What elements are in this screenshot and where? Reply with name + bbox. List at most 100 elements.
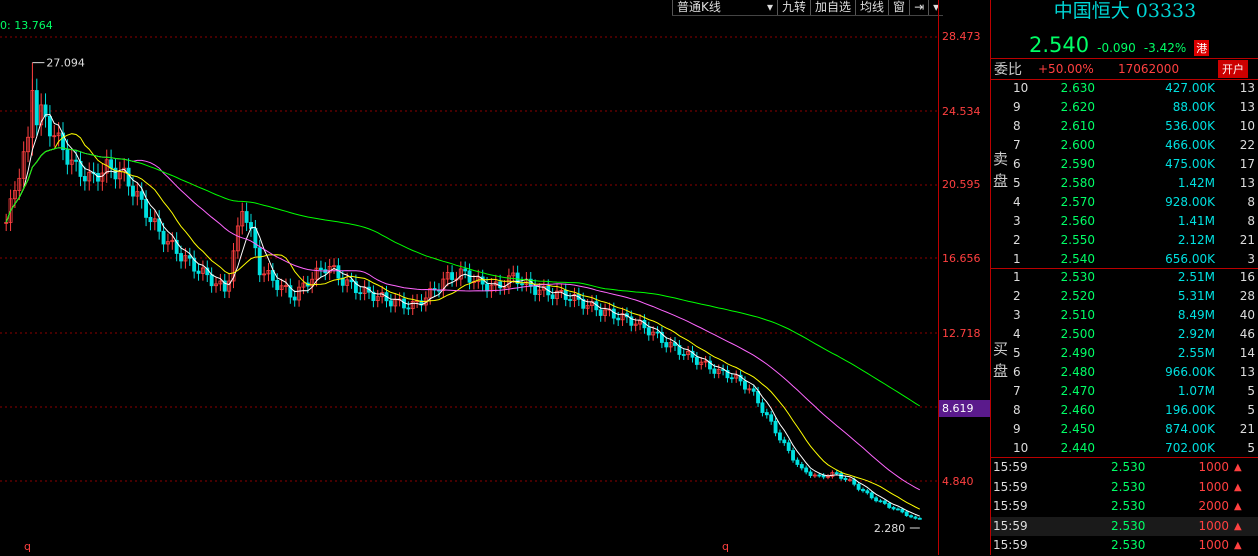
candle-body xyxy=(799,464,804,469)
ask-row[interactable]: 4 2.570 928.00K 8 xyxy=(991,193,1258,212)
candle-body xyxy=(179,253,183,262)
ask-price: 2.570 xyxy=(1060,195,1095,209)
moving-average-button[interactable]: 均线 xyxy=(855,0,888,15)
candle-body xyxy=(900,508,905,513)
ask-count: 17 xyxy=(1239,157,1255,171)
ask-count: 22 xyxy=(1239,138,1255,152)
ask-row[interactable]: 9 2.620 88.00K 13 xyxy=(991,98,1258,117)
order-ratio-pct: +50.00% xyxy=(1038,62,1094,76)
trade-price: 2.530 xyxy=(1111,499,1146,513)
trade-price: 2.530 xyxy=(1111,460,1146,474)
nine-turn-button[interactable]: 九转 xyxy=(777,0,810,15)
candle-body xyxy=(743,380,747,390)
ma-value-label: 0: 13.764 xyxy=(0,19,53,32)
candle-body xyxy=(751,388,756,392)
arrow-right-icon[interactable]: ⇥ xyxy=(909,0,928,15)
candle-body xyxy=(131,185,135,197)
ask-volume: 88.00K xyxy=(1172,100,1215,114)
open-account-button[interactable]: 开户 xyxy=(1218,60,1248,78)
ask-row[interactable]: 6 2.590 475.00K 17 xyxy=(991,155,1258,174)
up-arrow-icon: ▲ xyxy=(1234,501,1242,512)
bid-price: 2.510 xyxy=(1060,308,1095,322)
candle-body xyxy=(82,176,87,182)
candle-body xyxy=(729,377,734,380)
candle-body xyxy=(336,265,341,279)
bid-count: 16 xyxy=(1239,270,1255,284)
order-ratio-label: 委比 xyxy=(994,62,1022,78)
candle-body xyxy=(450,272,455,280)
moving-average-line xyxy=(5,147,921,407)
candle-body xyxy=(498,281,503,289)
bid-count: 14 xyxy=(1239,346,1255,360)
ask-row[interactable]: 10 2.630 427.00K 13 xyxy=(991,79,1258,98)
candle-body xyxy=(808,471,813,477)
order-ratio-volume: 17062000 xyxy=(1118,62,1180,76)
bid-level: 4 xyxy=(1013,327,1021,341)
market-badge: 港 xyxy=(1194,40,1210,56)
bid-count: 21 xyxy=(1239,422,1255,436)
ask-count: 13 xyxy=(1239,176,1255,190)
candle-body xyxy=(878,500,883,503)
trade-row: 15:59 2.530 1000 ▲ xyxy=(991,516,1258,536)
candle-body xyxy=(109,159,114,169)
candle-body xyxy=(126,167,131,187)
bid-level: 5 xyxy=(1013,346,1021,360)
trade-time: 15:59 xyxy=(993,538,1028,552)
candle-body xyxy=(764,412,769,416)
up-arrow-icon: ▲ xyxy=(1234,520,1242,532)
bid-count: 46 xyxy=(1239,327,1255,341)
ask-row[interactable]: 5 2.580 1.42M 13 xyxy=(991,174,1258,193)
ask-count: 21 xyxy=(1239,233,1255,247)
candle-body xyxy=(358,292,363,295)
bid-row[interactable]: 3 2.510 8.49M 40 xyxy=(991,306,1258,325)
candle-body xyxy=(861,488,865,492)
ask-count: 10 xyxy=(1239,119,1255,133)
kline-svg[interactable]: 27.094 2.280 xyxy=(0,0,938,555)
candle-body xyxy=(909,515,914,518)
ask-level: 5 xyxy=(1013,176,1021,190)
candle-body xyxy=(616,317,621,321)
ask-price: 2.560 xyxy=(1060,214,1095,228)
bid-count: 5 xyxy=(1247,384,1255,398)
candle-body xyxy=(874,497,879,502)
candle-body xyxy=(896,508,900,511)
candle-body xyxy=(904,511,909,517)
kline-chart[interactable]: 27.094 2.280 0: 13.764 普通K线 ▾ 九转 加自选 均线 窗 … xyxy=(0,0,944,555)
trade-time: 15:59 xyxy=(993,460,1028,474)
candle-body xyxy=(550,294,555,299)
bid-row[interactable]: 1 2.530 2.51M 16 xyxy=(991,268,1258,287)
ask-volume: 1.42M xyxy=(1177,176,1215,190)
bid-row[interactable]: 6 2.480 966.00K 13 xyxy=(991,363,1258,382)
add-watchlist-button[interactable]: 加自选 xyxy=(810,0,855,15)
bid-price: 2.490 xyxy=(1060,346,1095,360)
candle-body xyxy=(917,517,922,520)
bid-row[interactable]: 7 2.470 1.07M 5 xyxy=(991,382,1258,401)
ask-row[interactable]: 7 2.600 466.00K 22 xyxy=(991,136,1258,155)
bid-row[interactable]: 4 2.500 2.92M 46 xyxy=(991,325,1258,344)
kline-type-dropdown[interactable]: 普通K线 ▾ xyxy=(672,0,777,15)
candle-body xyxy=(275,279,280,291)
ask-row[interactable]: 3 2.560 1.41M 8 xyxy=(991,212,1258,231)
bid-count: 5 xyxy=(1247,403,1255,417)
ask-row[interactable]: 2 2.550 2.12M 21 xyxy=(991,231,1258,250)
bid-volume: 874.00K xyxy=(1165,422,1215,436)
ask-volume: 2.12M xyxy=(1177,233,1215,247)
candle-body xyxy=(865,490,870,494)
candle-body xyxy=(65,149,70,165)
ask-count: 13 xyxy=(1239,81,1255,95)
moving-average-line xyxy=(5,133,921,510)
ask-row[interactable]: 1 2.540 656.00K 3 xyxy=(991,250,1258,269)
window-button[interactable]: 窗 xyxy=(888,0,909,15)
bid-row[interactable]: 8 2.460 196.00K 5 xyxy=(991,401,1258,420)
ask-level: 2 xyxy=(1013,233,1021,247)
trade-price: 2.530 xyxy=(1111,479,1146,494)
bid-row[interactable]: 5 2.490 2.55M 14 xyxy=(991,344,1258,363)
chart-toolbar: 普通K线 ▾ 九转 加自选 均线 窗 ⇥ ▾ xyxy=(672,0,944,16)
trade-volume: 2000 xyxy=(1198,499,1229,513)
bid-row[interactable]: 10 2.440 702.00K 5 xyxy=(991,439,1258,458)
ask-price: 2.580 xyxy=(1060,176,1095,190)
bid-row[interactable]: 9 2.450 874.00K 21 xyxy=(991,420,1258,439)
ask-row[interactable]: 8 2.610 536.00K 10 xyxy=(991,117,1258,136)
bid-row[interactable]: 2 2.520 5.31M 28 xyxy=(991,287,1258,306)
bid-price: 2.470 xyxy=(1060,384,1095,398)
